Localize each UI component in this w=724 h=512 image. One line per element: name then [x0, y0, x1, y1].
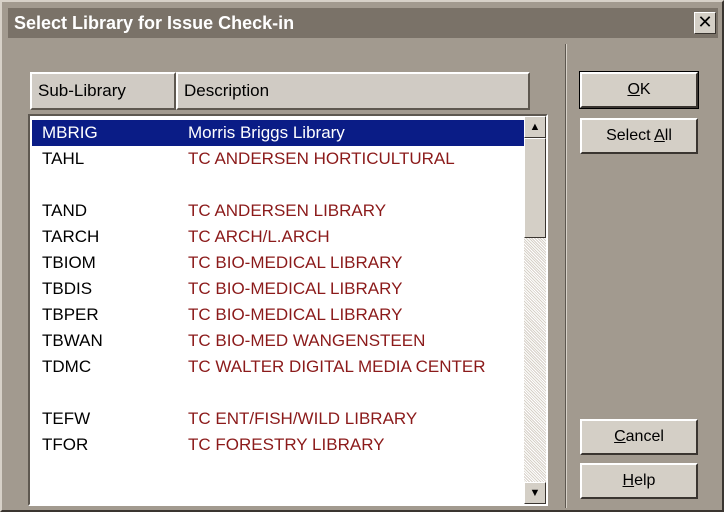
- list-item[interactable]: TBDIS TC BIO-MEDICAL LIBRARY: [32, 276, 526, 302]
- sub-library-code: TDMC: [42, 357, 92, 376]
- ok-button[interactable]: OK: [579, 71, 699, 109]
- arrow-up-icon: ▲: [529, 121, 541, 133]
- list-header: Sub-Library Description: [30, 72, 530, 110]
- cancel-button[interactable]: Cancel: [580, 419, 698, 455]
- library-description: TC BIO-MEDICAL LIBRARY: [188, 253, 403, 272]
- vertical-scrollbar[interactable]: ▲ ▼: [524, 116, 546, 504]
- sub-library-code: TAND: [42, 201, 88, 220]
- list-item[interactable]: TEFW TC ENT/FISH/WILD LIBRARY: [32, 406, 526, 432]
- library-description: TC BIO-MEDICAL LIBRARY: [188, 305, 403, 324]
- sub-library-code: TBPER: [42, 305, 99, 324]
- library-description: TC ENT/FISH/WILD LIBRARY: [188, 409, 418, 428]
- list-item[interactable]: TFOR TC FORESTRY LIBRARY: [32, 432, 526, 458]
- select-all-button[interactable]: Select All: [580, 118, 698, 154]
- sub-library-code: TBDIS: [42, 279, 93, 298]
- column-header-sub-library[interactable]: Sub-Library: [30, 72, 176, 110]
- library-description: Morris Briggs Library: [188, 123, 345, 142]
- arrow-down-icon: ▼: [529, 487, 541, 499]
- help-mnemonic: H: [622, 472, 635, 489]
- scroll-down-button[interactable]: ▼: [524, 482, 546, 504]
- library-description: TC WALTER DIGITAL MEDIA CENTER: [188, 357, 486, 376]
- sub-library-code: TARCH: [42, 227, 100, 246]
- scroll-thumb[interactable]: [524, 138, 546, 238]
- close-button[interactable]: ✕: [694, 12, 716, 34]
- library-description: TC ARCH/L.ARCH: [188, 227, 330, 246]
- list-item[interactable]: TAND TC ANDERSEN LIBRARY: [32, 198, 526, 224]
- select-all-label-rest: ll: [664, 127, 672, 144]
- column-header-description[interactable]: Description: [176, 72, 530, 110]
- cancel-mnemonic: C: [614, 428, 626, 445]
- close-icon: ✕: [697, 12, 713, 32]
- library-description: TC BIO-MEDICAL LIBRARY: [188, 279, 403, 298]
- list-item[interactable]: TAHL TC ANDERSEN HORTICULTURAL: [32, 146, 526, 198]
- sub-library-code: TEFW: [42, 409, 91, 428]
- cancel-label-rest: ancel: [625, 428, 664, 445]
- panel-divider: [565, 44, 567, 508]
- sub-library-code: TBWAN: [42, 331, 103, 350]
- library-list[interactable]: MBRIG Morris Briggs Library TAHL TC ANDERSE…: [28, 114, 548, 506]
- sub-library-code: TAHL: [42, 149, 85, 168]
- scroll-up-button[interactable]: ▲: [524, 116, 546, 138]
- sub-library-code: MBRIG: [42, 123, 98, 142]
- dialog-window: Select Library for Issue Check-in ✕ Sub-…: [0, 0, 724, 512]
- library-description: TC ANDERSEN LIBRARY: [188, 201, 387, 220]
- select-all-mnemonic: A: [654, 127, 665, 144]
- list-item[interactable]: TDMC TC WALTER DIGITAL MEDIA CENTER: [32, 354, 526, 406]
- sub-library-code: TFOR: [42, 435, 89, 454]
- help-button[interactable]: Help: [580, 463, 698, 499]
- ok-mnemonic: O: [627, 81, 640, 98]
- library-description: TC FORESTRY LIBRARY: [188, 435, 385, 454]
- list-item[interactable]: TBIOM TC BIO-MEDICAL LIBRARY: [32, 250, 526, 276]
- title-bar: Select Library for Issue Check-in ✕: [8, 8, 718, 38]
- dialog-title: Select Library for Issue Check-in: [14, 13, 295, 33]
- list-item[interactable]: MBRIG Morris Briggs Library: [32, 120, 526, 146]
- list-item[interactable]: TBPER TC BIO-MEDICAL LIBRARY: [32, 302, 526, 328]
- list-item[interactable]: TARCH TC ARCH/L.ARCH: [32, 224, 526, 250]
- select-all-label-before: Select: [606, 127, 655, 144]
- ok-label-rest: K: [639, 81, 651, 98]
- library-description: TC BIO-MED WANGENSTEEN: [188, 331, 426, 350]
- list-item[interactable]: TBWAN TC BIO-MED WANGENSTEEN: [32, 328, 526, 354]
- list-rows: MBRIG Morris Briggs Library TAHL TC ANDERSE…: [32, 120, 526, 458]
- library-description: TC ANDERSEN HORTICULTURAL: [188, 149, 455, 168]
- help-label-rest: elp: [634, 472, 656, 489]
- sub-library-code: TBIOM: [42, 253, 96, 272]
